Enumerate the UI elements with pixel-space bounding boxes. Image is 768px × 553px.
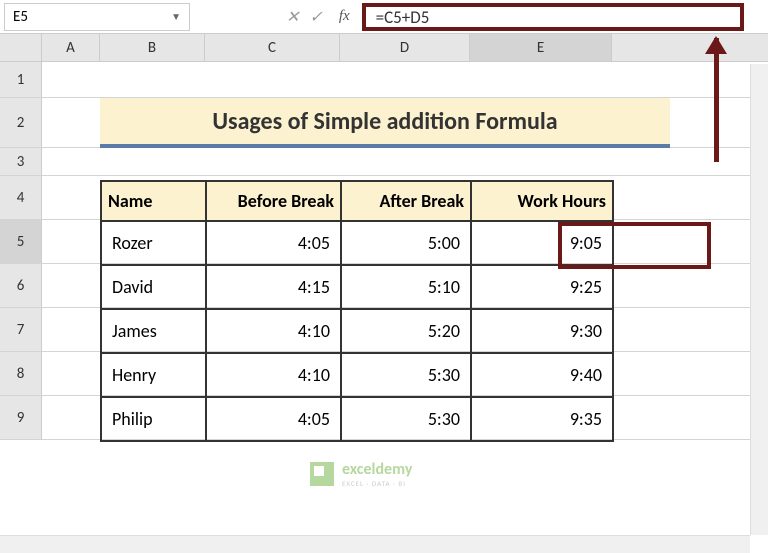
data-table: Name Before Break After Break Work Hours…	[100, 180, 614, 442]
cell-name[interactable]: David	[101, 265, 206, 309]
cell-before[interactable]: 4:15	[206, 265, 341, 309]
table-header-row: Name Before Break After Break Work Hours	[101, 181, 613, 221]
cell-before[interactable]: 4:10	[206, 353, 341, 397]
name-box[interactable]: E5 ▼	[4, 3, 190, 31]
cell-after[interactable]: 5:30	[341, 397, 471, 441]
col-header-B[interactable]: B	[100, 34, 205, 61]
cell-after[interactable]: 5:20	[341, 309, 471, 353]
annotation-arrow-head-icon	[705, 36, 727, 54]
table-row: Philip 4:05 5:30 9:35	[101, 397, 613, 441]
cancel-icon[interactable]: ✕	[286, 7, 299, 27]
vertical-scrollbar[interactable]	[750, 64, 768, 535]
cell-work[interactable]: 9:05	[471, 221, 613, 265]
cell-work[interactable]: 9:30	[471, 309, 613, 353]
row-header-4[interactable]: 4	[0, 176, 42, 219]
row-header-8[interactable]: 8	[0, 352, 42, 395]
th-before[interactable]: Before Break	[206, 181, 341, 221]
col-header-A[interactable]: A	[42, 34, 100, 61]
col-header-D[interactable]: D	[340, 34, 470, 61]
row-header-3[interactable]: 3	[0, 148, 42, 175]
column-headers: A B C D E	[0, 34, 768, 62]
enter-icon[interactable]: ✓	[309, 7, 322, 27]
th-work[interactable]: Work Hours	[471, 181, 613, 221]
formula-input[interactable]: =C5+D5	[362, 3, 744, 31]
watermark: exceldemy EXCEL · DATA · BI	[310, 460, 412, 488]
row-header-6[interactable]: 6	[0, 264, 42, 307]
cell-work[interactable]: 9:25	[471, 265, 613, 309]
chevron-down-icon[interactable]: ▼	[171, 10, 181, 23]
cell-before[interactable]: 4:05	[206, 397, 341, 441]
cell-after[interactable]: 5:30	[341, 353, 471, 397]
col-header-C[interactable]: C	[205, 34, 340, 61]
col-header-E[interactable]: E	[470, 34, 612, 61]
row-header-7[interactable]: 7	[0, 308, 42, 351]
cell-after[interactable]: 5:00	[341, 221, 471, 265]
annotation-arrow-line	[714, 38, 719, 162]
spreadsheet-grid: A B C D E 1 2 3 4 5 6 7 8 9 Usages of Si…	[0, 34, 768, 440]
cell-name[interactable]: Philip	[101, 397, 206, 441]
table-row: David 4:15 5:10 9:25	[101, 265, 613, 309]
watermark-logo-icon	[310, 462, 334, 486]
cell-after[interactable]: 5:10	[341, 265, 471, 309]
formula-bar-row: E5 ▼ ✕ ✓ fx =C5+D5	[0, 0, 768, 34]
sheet-title[interactable]: Usages of Simple addition Formula	[100, 98, 670, 148]
formula-buttons: ✕ ✓ fx	[286, 7, 350, 27]
row-header-2[interactable]: 2	[0, 98, 42, 147]
cell-before[interactable]: 4:05	[206, 221, 341, 265]
watermark-sub: EXCEL · DATA · BI	[342, 479, 412, 488]
formula-text: =C5+D5	[376, 7, 430, 28]
cell-work[interactable]: 9:40	[471, 353, 613, 397]
rows-area: 1 2 3 4 5 6 7 8 9 Usages of Simple addit…	[0, 62, 768, 440]
name-box-value: E5	[13, 8, 28, 26]
th-name[interactable]: Name	[101, 181, 206, 221]
row-header-1[interactable]: 1	[0, 62, 42, 97]
watermark-brand: exceldemy	[342, 460, 412, 479]
cell-work[interactable]: 9:35	[471, 397, 613, 441]
row-header-9[interactable]: 9	[0, 396, 42, 439]
cell-before[interactable]: 4:10	[206, 309, 341, 353]
table-row: Rozer 4:05 5:00 9:05	[101, 221, 613, 265]
horizontal-scrollbar[interactable]	[0, 535, 750, 553]
fx-icon[interactable]: fx	[339, 8, 350, 25]
row-header-5[interactable]: 5	[0, 220, 42, 263]
table-row: Henry 4:10 5:30 9:40	[101, 353, 613, 397]
cell-name[interactable]: Rozer	[101, 221, 206, 265]
cell-name[interactable]: James	[101, 309, 206, 353]
table-row: James 4:10 5:20 9:30	[101, 309, 613, 353]
th-after[interactable]: After Break	[341, 181, 471, 221]
cell-name[interactable]: Henry	[101, 353, 206, 397]
select-all-corner[interactable]	[0, 34, 42, 61]
